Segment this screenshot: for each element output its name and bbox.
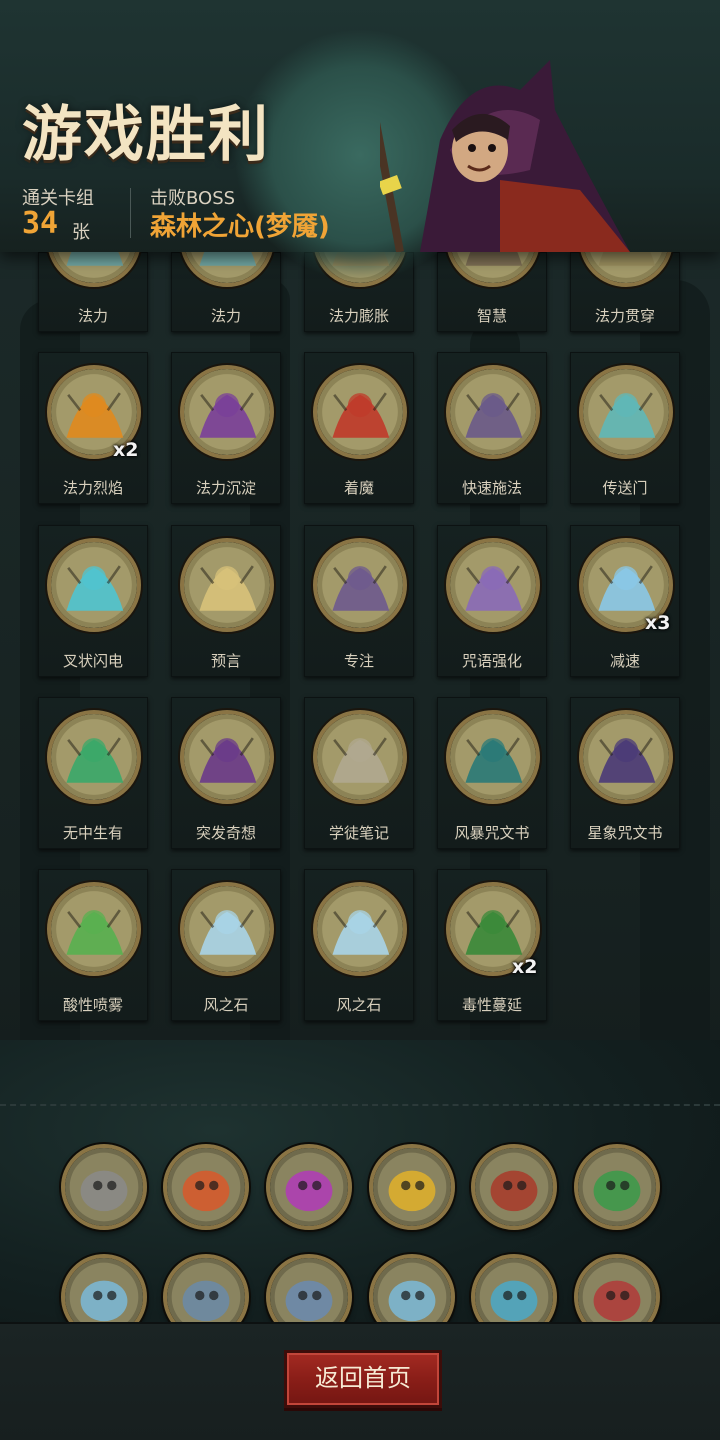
card-name: 法力烈焰 xyxy=(62,479,123,497)
deck-count: 34 xyxy=(22,206,59,241)
card-name: 法力 xyxy=(77,307,108,325)
card-name: 风之石 xyxy=(203,996,249,1014)
mirror-icon[interactable] xyxy=(61,1144,147,1230)
deck-unit: 张 xyxy=(72,222,90,243)
boss-name: 森林之心(梦魇) xyxy=(150,212,330,242)
card-name: 快速施法 xyxy=(461,479,522,497)
victory-header: 游戏胜利 通关卡组 34 张 击败BOSS 森林之心(梦魇) xyxy=(0,0,720,280)
singing-skull-arcane-icon[interactable] xyxy=(266,1144,352,1230)
card-name: 减速 xyxy=(609,652,640,670)
prophecy-icon xyxy=(180,538,274,632)
card-name: 法力膨胀 xyxy=(328,307,389,325)
wizard-character-art xyxy=(380,60,630,252)
portal-icon xyxy=(579,365,673,459)
focus-icon xyxy=(313,538,407,632)
card-name: 叉状闪电 xyxy=(62,652,123,670)
deck-card[interactable]: 着魔 xyxy=(304,352,414,504)
deck-card[interactable]: 法力 xyxy=(38,193,148,332)
card-copy-count: x2 xyxy=(512,956,538,978)
deck-card[interactable]: 风暴咒文书 xyxy=(437,697,547,849)
card-name: 学徒笔记 xyxy=(328,824,389,842)
card-name: 风之石 xyxy=(336,996,382,1014)
deck-card[interactable]: 风之石 xyxy=(304,869,414,1021)
section-divider xyxy=(0,1104,720,1106)
card-name: 专注 xyxy=(343,652,374,670)
deck-card[interactable]: 法力 xyxy=(171,193,281,332)
deck-card[interactable]: 法力贯穿 xyxy=(570,193,680,332)
deck-card[interactable]: 突发奇想 xyxy=(171,697,281,849)
deck-card[interactable]: 学徒笔记 xyxy=(304,697,414,849)
deck-card[interactable]: 专注 xyxy=(304,525,414,677)
card-name: 着魔 xyxy=(343,479,374,497)
deck-card[interactable]: 星象咒文书 xyxy=(570,697,680,849)
deck-card[interactable]: 预言 xyxy=(171,525,281,677)
card-name: 毒性蔓延 xyxy=(461,996,522,1014)
fork-lightning-icon xyxy=(47,538,141,632)
storm-spellbook-icon xyxy=(446,710,540,804)
bottom-bar: 返回首页 xyxy=(0,1322,720,1440)
card-name: 法力 xyxy=(210,307,241,325)
deck-card[interactable]: 法力烈焰 x2 xyxy=(38,352,148,504)
deck-card[interactable]: 传送门 xyxy=(570,352,680,504)
card-name: 智慧 xyxy=(476,307,507,325)
card-name: 无中生有 xyxy=(62,824,123,842)
card-name: 预言 xyxy=(210,652,241,670)
spell-boost-icon xyxy=(446,538,540,632)
card-name: 酸性喷雾 xyxy=(62,996,123,1014)
astral-spellbook-icon xyxy=(579,710,673,804)
card-name: 风暴咒文书 xyxy=(454,824,530,842)
wind-stone-icon xyxy=(180,882,274,976)
green-smoke-icon[interactable] xyxy=(574,1144,660,1230)
deck-card[interactable]: 无中生有 xyxy=(38,697,148,849)
deck-card[interactable]: 法力沉淀 xyxy=(171,352,281,504)
obsessed-icon xyxy=(313,365,407,459)
singing-skull-fire-icon[interactable] xyxy=(163,1144,249,1230)
deck-card[interactable]: 风之石 xyxy=(171,869,281,1021)
deck-card[interactable]: 毒性蔓延 x2 xyxy=(437,869,547,1021)
card-name: 法力沉淀 xyxy=(195,479,256,497)
singing-skull-gold-icon[interactable] xyxy=(369,1144,455,1230)
page-title: 游戏胜利 xyxy=(22,100,270,170)
wind-stone-icon xyxy=(313,882,407,976)
card-name: 星象咒文书 xyxy=(587,824,663,842)
broken-sword-icon[interactable] xyxy=(471,1144,557,1230)
deck-card[interactable]: 叉状闪电 xyxy=(38,525,148,677)
card-name: 法力贯穿 xyxy=(594,307,655,325)
deck-card[interactable]: 智慧 xyxy=(437,193,547,332)
card-name: 咒语强化 xyxy=(461,652,522,670)
deck-card[interactable]: 快速施法 xyxy=(437,352,547,504)
quick-cast-icon xyxy=(446,365,540,459)
card-copy-count: x2 xyxy=(113,439,139,461)
card-name: 传送门 xyxy=(602,479,648,497)
card-name: 突发奇想 xyxy=(195,824,256,842)
deck-card[interactable]: 减速 x3 xyxy=(570,525,680,677)
stat-divider xyxy=(130,188,131,238)
apprentice-notes-icon xyxy=(313,710,407,804)
return-home-button[interactable]: 返回首页 xyxy=(284,1350,442,1408)
mana-sediment-icon xyxy=(180,365,274,459)
something-from-nothing-icon xyxy=(47,710,141,804)
card-copy-count: x3 xyxy=(645,612,671,634)
sudden-idea-icon xyxy=(180,710,274,804)
deck-card[interactable]: 酸性喷雾 xyxy=(38,869,148,1021)
deck-card[interactable]: 咒语强化 xyxy=(437,525,547,677)
acid-spray-icon xyxy=(47,882,141,976)
